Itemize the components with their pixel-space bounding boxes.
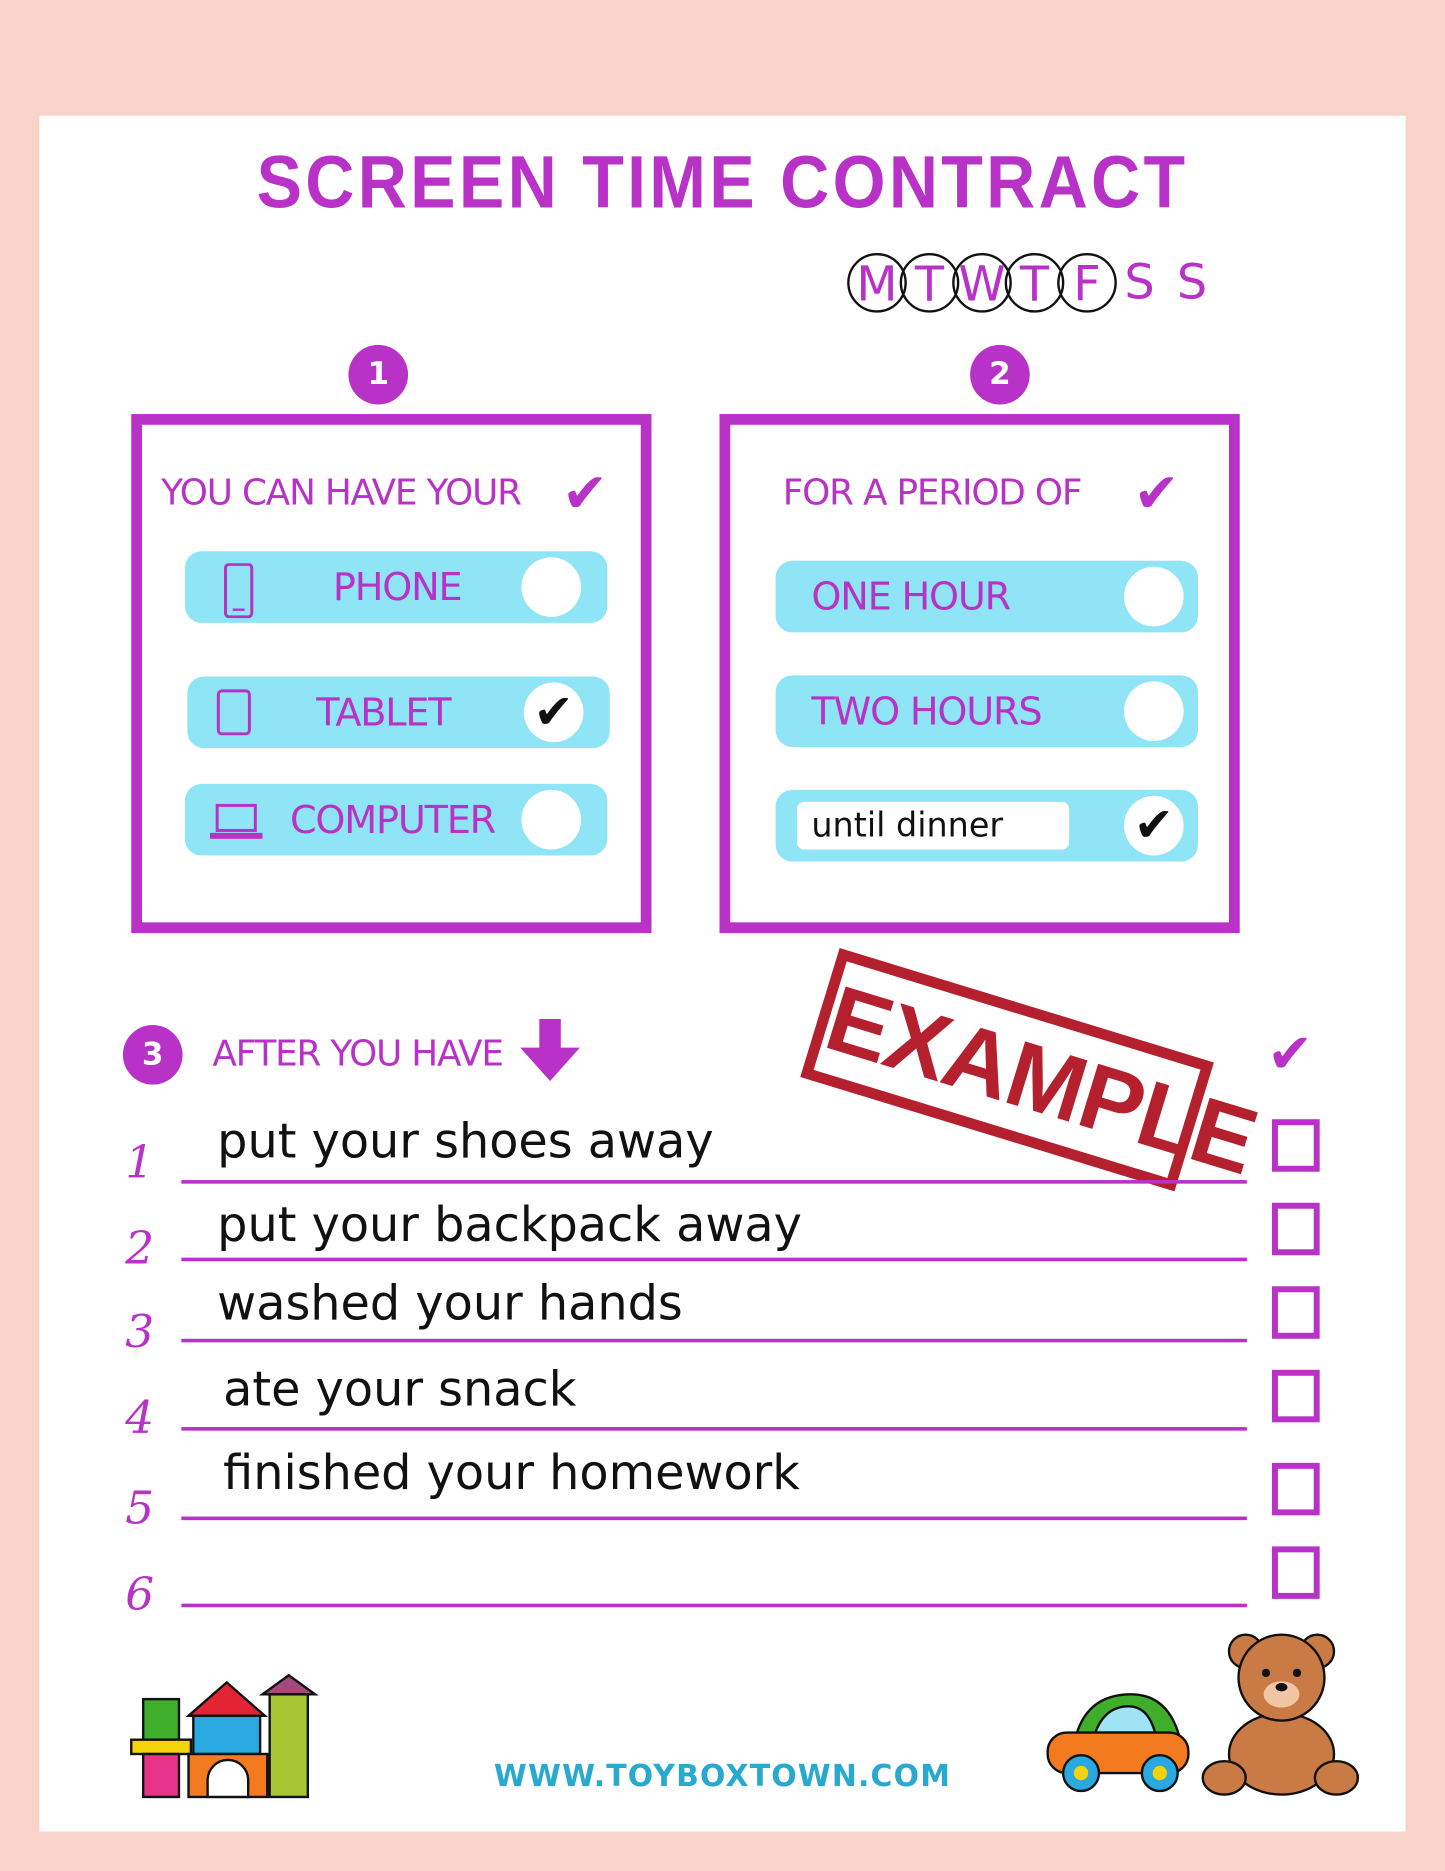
task-row: 4 ate your snack — [125, 1360, 1247, 1444]
task-line — [181, 1603, 1247, 1608]
option-label: PHONE — [332, 564, 463, 610]
task-row: 1 put your shoes away — [125, 1112, 1247, 1189]
custom-duration-input[interactable]: until dinner — [797, 801, 1070, 850]
task-checkbox[interactable] — [1271, 1546, 1320, 1599]
laptop-icon — [210, 803, 263, 839]
task-number: 4 — [125, 1391, 155, 1444]
tasks-heading: AFTER YOU HAVE — [212, 1033, 504, 1076]
phone-icon — [224, 563, 254, 619]
option-label: TWO HOURS — [811, 688, 1042, 734]
duration-box: FOR A PERIOD OF ✔ ONE HOUR TWO HOURS unt… — [719, 414, 1240, 934]
day-sun[interactable]: S — [1162, 253, 1222, 313]
task-row: 3 washed your hands — [125, 1274, 1247, 1358]
device-heading: YOU CAN HAVE YOUR — [161, 472, 522, 515]
duration-heading: FOR A PERIOD OF — [782, 472, 1083, 515]
option-custom[interactable]: until dinner ✔ — [775, 789, 1198, 862]
option-one-hour[interactable]: ONE HOUR — [775, 560, 1198, 633]
task-checkbox[interactable] — [1271, 1202, 1320, 1256]
task-checkbox[interactable] — [1271, 1462, 1320, 1516]
task-number: 1 — [125, 1135, 155, 1189]
day-selector: M T W T F S S — [847, 252, 1215, 313]
task-text[interactable]: put your shoes away — [217, 1114, 713, 1169]
day-fri[interactable]: F — [1057, 252, 1117, 313]
task-line — [181, 1516, 1247, 1521]
option-label: TABLET — [316, 689, 451, 736]
step-number-3: 3 — [122, 1024, 183, 1085]
task-row: 2 put your backpack away — [125, 1196, 1247, 1274]
task-number: 5 — [125, 1481, 155, 1535]
option-label: ONE HOUR — [811, 573, 1011, 620]
day-sat[interactable]: S — [1110, 253, 1170, 313]
task-line — [181, 1427, 1247, 1431]
check-icon: ✔ — [1267, 1021, 1314, 1086]
task-number: 6 — [125, 1567, 155, 1621]
task-line — [181, 1180, 1247, 1184]
teddy-bear-icon — [1201, 1633, 1360, 1796]
option-radio[interactable] — [1123, 681, 1184, 741]
task-text[interactable]: put your backpack away — [217, 1198, 802, 1253]
option-radio[interactable] — [521, 789, 582, 850]
option-radio-checked[interactable]: ✔ — [1123, 795, 1184, 856]
option-tablet[interactable]: TABLET ✔ — [187, 676, 610, 749]
task-line — [181, 1338, 1247, 1343]
option-label: COMPUTER — [289, 797, 496, 843]
device-box: YOU CAN HAVE YOUR ✔ PHONE TABLET ✔ COMPU… — [131, 414, 652, 934]
option-radio[interactable] — [521, 557, 582, 617]
task-text[interactable]: ate your snack — [223, 1363, 576, 1418]
step-number-2: 2 — [970, 344, 1030, 405]
option-radio[interactable] — [1123, 566, 1184, 627]
check-icon: ✔ — [561, 460, 608, 526]
task-number: 2 — [125, 1221, 155, 1275]
task-line — [181, 1257, 1247, 1262]
check-icon: ✔ — [1133, 460, 1180, 526]
task-text[interactable]: finished your homework — [223, 1446, 800, 1501]
page-title: SCREEN TIME CONTRACT — [256, 141, 1189, 225]
task-checkbox[interactable] — [1271, 1369, 1320, 1423]
step-number-1: 1 — [348, 344, 409, 405]
task-text[interactable]: washed your hands — [217, 1277, 683, 1332]
task-row: 5 finished your homework — [125, 1444, 1247, 1534]
task-checkbox[interactable] — [1271, 1286, 1320, 1339]
day-tue[interactable]: T — [899, 252, 960, 313]
arrow-down-icon — [520, 1018, 580, 1082]
day-mon[interactable]: M — [847, 252, 907, 313]
option-two-hours[interactable]: TWO HOURS — [775, 675, 1198, 747]
day-thu[interactable]: T — [1004, 252, 1065, 313]
tablet-icon — [216, 689, 251, 736]
task-number: 3 — [125, 1305, 155, 1358]
toy-car-icon — [1046, 1693, 1190, 1793]
option-computer[interactable]: COMPUTER — [184, 783, 608, 856]
option-radio-checked[interactable]: ✔ — [523, 682, 584, 743]
task-row: 6 — [125, 1551, 1247, 1620]
option-phone[interactable]: PHONE — [184, 551, 608, 623]
task-checkbox[interactable] — [1271, 1119, 1320, 1172]
day-wed[interactable]: W — [952, 252, 1012, 313]
